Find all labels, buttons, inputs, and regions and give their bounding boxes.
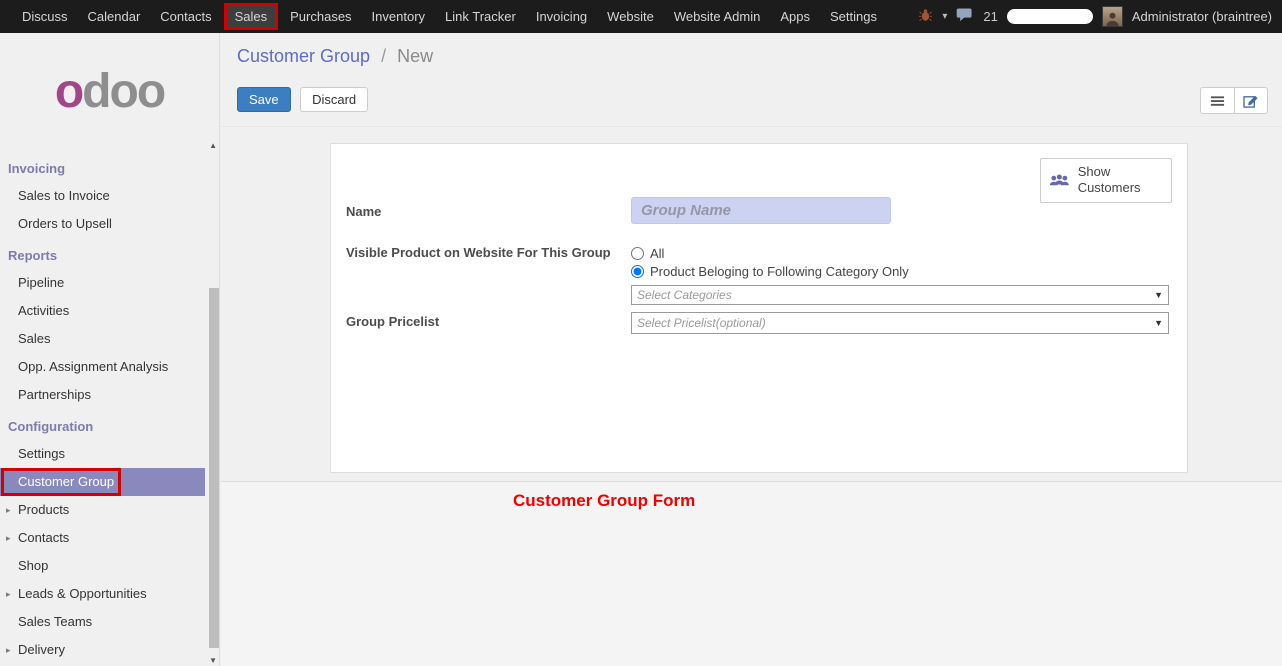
sidebar-item-label: Contacts — [18, 530, 69, 545]
breadcrumb-customer-group-link[interactable]: Customer Group — [237, 46, 370, 66]
expand-arrow-icon: ▸ — [6, 496, 11, 524]
show-customers-label: Show Customers — [1078, 164, 1163, 197]
lower-area: Customer Group Form — [221, 481, 1282, 666]
topbar-pill-widget — [1007, 9, 1093, 24]
expand-arrow-icon: ▸ — [6, 524, 11, 552]
sidebar-item-contacts[interactable]: ▸ Contacts — [0, 524, 205, 552]
discard-button[interactable]: Discard — [300, 87, 368, 112]
messages-icon[interactable] — [956, 8, 974, 25]
sidebar-item-settings[interactable]: Settings — [0, 440, 205, 468]
sidebar-item-orders-to-upsell[interactable]: Orders to Upsell — [0, 210, 205, 238]
list-icon — [1210, 95, 1225, 107]
breadcrumb: Customer Group / New — [237, 46, 433, 67]
record-action-buttons: Save Discard — [237, 87, 368, 112]
topbar: Discuss Calendar Contacts Sales Purchase… — [0, 0, 1282, 33]
debug-bug-icon[interactable] — [918, 8, 933, 25]
sidebar-item-label: Products — [18, 502, 69, 517]
sidebar-item-opp-assignment-analysis[interactable]: Opp. Assignment Analysis — [0, 353, 205, 381]
main-content: Customer Group / New Save Discard — [221, 33, 1282, 666]
radio-option-category: Product Beloging to Following Category O… — [631, 264, 909, 279]
odoo-app: Discuss Calendar Contacts Sales Purchase… — [0, 0, 1282, 666]
select-arrow-icon: ▼ — [1154, 290, 1163, 300]
name-field-label: Name — [346, 204, 381, 219]
sidebar-scrollbar-thumb[interactable] — [209, 288, 219, 648]
debug-caret-down-icon[interactable]: ▾ — [942, 11, 947, 22]
breadcrumb-separator: / — [381, 46, 386, 66]
menu-contacts[interactable]: Contacts — [150, 0, 221, 33]
sidebar-item-customer-group[interactable]: Customer Group — [0, 468, 205, 496]
sidebar-item-leads-opportunities[interactable]: ▸ Leads & Opportunities — [0, 580, 205, 608]
sidebar: odoo Invoicing Sales to Invoice Orders t… — [0, 33, 220, 666]
expand-arrow-icon: ▸ — [6, 636, 11, 664]
save-button[interactable]: Save — [237, 87, 291, 112]
customer-group-form-card: Show Customers Name Visible Product on W… — [330, 143, 1188, 473]
menu-inventory[interactable]: Inventory — [362, 0, 435, 33]
menu-purchases[interactable]: Purchases — [280, 0, 361, 33]
sidebar-item-activities[interactable]: Activities — [0, 297, 205, 325]
annotation-customer-group-form: Customer Group Form — [513, 491, 695, 511]
odoo-logo: odoo — [55, 68, 164, 116]
sidebar-heading-reports: Reports — [0, 243, 219, 269]
messages-count: 21 — [983, 9, 997, 24]
radio-all[interactable] — [631, 247, 644, 260]
pricelist-select-placeholder: Select Pricelist(optional) — [637, 316, 766, 330]
radio-option-all: All — [631, 246, 664, 261]
sidebar-item-shop[interactable]: Shop — [0, 552, 205, 580]
avatar[interactable] — [1102, 6, 1123, 27]
sidebar-item-label: Leads & Opportunities — [18, 586, 147, 601]
expand-arrow-icon: ▸ — [6, 580, 11, 608]
menu-website-admin[interactable]: Website Admin — [664, 0, 770, 33]
view-switcher — [1200, 87, 1268, 114]
menu-invoicing[interactable]: Invoicing — [526, 0, 597, 33]
app-menu-bar: Discuss Calendar Contacts Sales Purchase… — [0, 0, 887, 33]
logo-wrap: odoo — [0, 33, 219, 151]
menu-calendar[interactable]: Calendar — [78, 0, 151, 33]
sidebar-item-partnerships[interactable]: Partnerships — [0, 381, 205, 409]
user-name[interactable]: Administrator (braintree) — [1132, 9, 1272, 24]
form-edit-icon — [1243, 94, 1259, 108]
radio-all-label[interactable]: All — [650, 246, 664, 261]
select-arrow-icon: ▼ — [1154, 318, 1163, 328]
breadcrumb-current: New — [397, 46, 433, 66]
menu-settings[interactable]: Settings — [820, 0, 887, 33]
categories-select-placeholder: Select Categories — [637, 288, 732, 302]
pricelist-select[interactable]: Select Pricelist(optional) ▼ — [631, 312, 1169, 334]
form-view-button[interactable] — [1234, 87, 1268, 114]
pricelist-field-label: Group Pricelist — [346, 314, 439, 329]
sidebar-item-sales-teams[interactable]: Sales Teams — [0, 608, 205, 636]
scroll-down-icon[interactable]: ▼ — [209, 656, 217, 665]
sidebar-item-sales[interactable]: Sales — [0, 325, 205, 353]
sidebar-item-products[interactable]: ▸ Products — [0, 496, 205, 524]
customers-group-icon — [1049, 172, 1070, 189]
categories-select[interactable]: Select Categories ▼ — [631, 285, 1169, 305]
visibility-field-label: Visible Product on Website For This Grou… — [346, 245, 611, 260]
sidebar-item-sales-to-invoice[interactable]: Sales to Invoice — [0, 182, 205, 210]
group-name-input[interactable] — [631, 197, 891, 224]
radio-category-label[interactable]: Product Beloging to Following Category O… — [650, 264, 909, 279]
scroll-up-icon[interactable]: ▲ — [209, 141, 217, 150]
sidebar-item-label: Delivery — [18, 642, 65, 657]
sidebar-nav: Invoicing Sales to Invoice Orders to Ups… — [0, 156, 219, 664]
menu-discuss[interactable]: Discuss — [12, 0, 78, 33]
topbar-right: ▾ 21 Administrator (braintree) — [918, 6, 1282, 27]
menu-website[interactable]: Website — [597, 0, 664, 33]
content-header: Customer Group / New Save Discard — [221, 33, 1282, 127]
sidebar-heading-configuration: Configuration — [0, 414, 219, 440]
sidebar-item-pipeline[interactable]: Pipeline — [0, 269, 205, 297]
radio-category[interactable] — [631, 265, 644, 278]
menu-apps[interactable]: Apps — [770, 0, 820, 33]
show-customers-button[interactable]: Show Customers — [1040, 158, 1172, 203]
sidebar-heading-invoicing: Invoicing — [0, 156, 219, 182]
sidebar-item-delivery[interactable]: ▸ Delivery — [0, 636, 205, 664]
menu-link-tracker[interactable]: Link Tracker — [435, 0, 526, 33]
menu-sales[interactable]: Sales — [224, 3, 279, 30]
sidebar-item-label: Customer Group — [18, 474, 114, 489]
list-view-button[interactable] — [1200, 87, 1234, 114]
